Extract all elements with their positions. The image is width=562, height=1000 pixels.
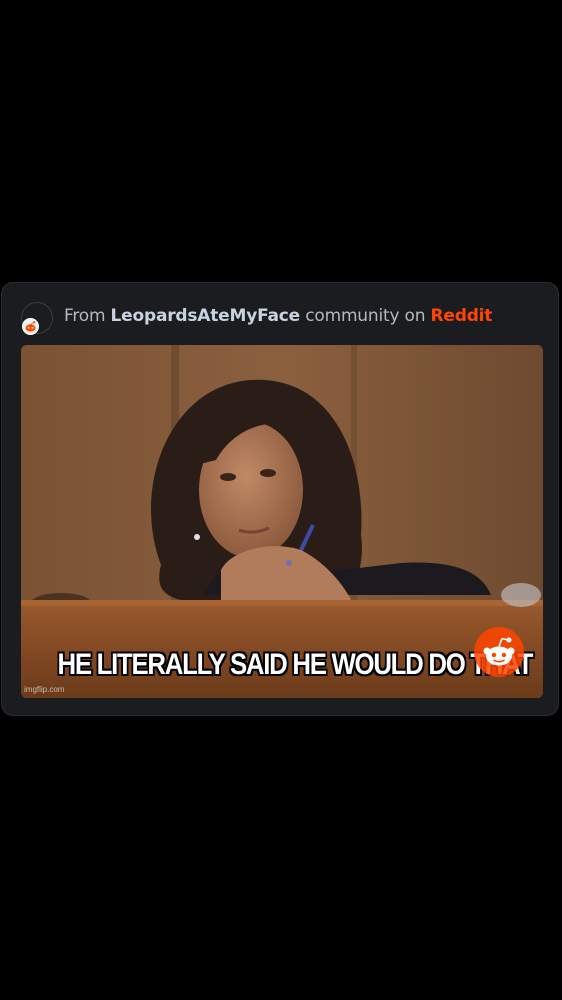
source-middle-text: community on bbox=[305, 306, 426, 326]
embedded-post-card[interactable]: From LeopardsAteMyFace community on Redd… bbox=[1, 282, 559, 716]
community-link[interactable]: LeopardsAteMyFace bbox=[111, 306, 301, 326]
meme-image[interactable]: HE LITERALLY SAID HE WOULD DO THAT imgfl… bbox=[21, 345, 543, 698]
imgflip-watermark: imgflip.com bbox=[24, 685, 65, 694]
screen: From LeopardsAteMyFace community on Redd… bbox=[0, 0, 562, 1000]
post-source-header: From LeopardsAteMyFace community on Redd… bbox=[2, 283, 560, 347]
platform-link[interactable]: Reddit bbox=[431, 306, 493, 326]
meme-photo bbox=[21, 345, 543, 698]
reddit-snoo-icon[interactable] bbox=[474, 627, 524, 677]
reddit-community-avatar-icon[interactable] bbox=[22, 318, 39, 335]
source-attribution: From LeopardsAteMyFace community on Redd… bbox=[64, 305, 492, 327]
meme-caption: HE LITERALLY SAID HE WOULD DO THAT bbox=[57, 648, 534, 681]
source-prefix: From bbox=[64, 306, 106, 326]
